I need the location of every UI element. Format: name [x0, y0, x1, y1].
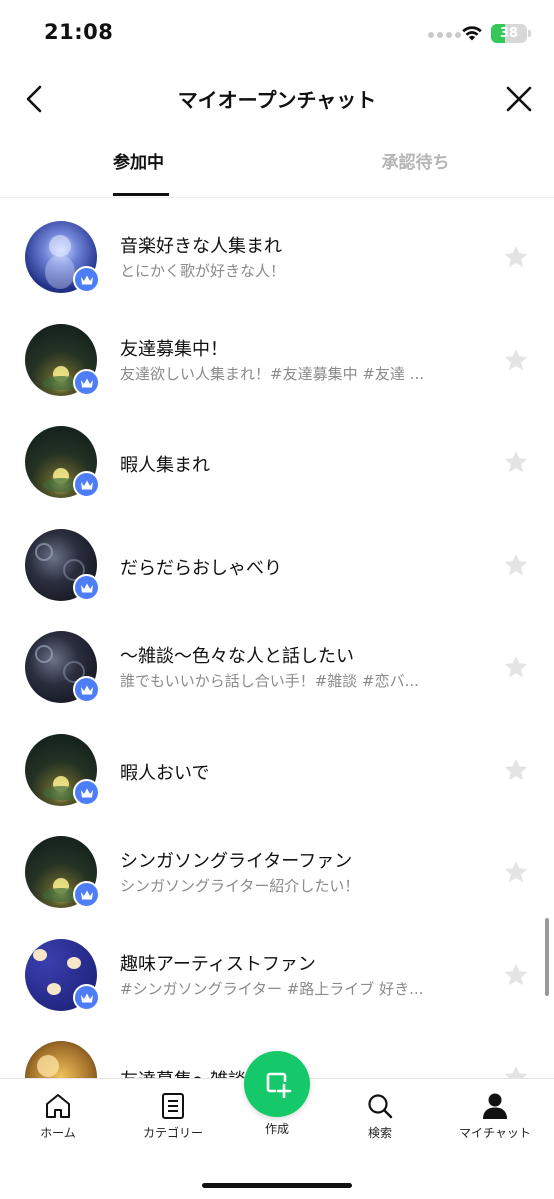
- chat-name: 音楽好きな人集まれ: [120, 236, 282, 257]
- nav-my-chat-label: マイチャット: [459, 1126, 531, 1140]
- chat-name: 〜雑談〜色々な人と話したい: [120, 646, 354, 667]
- nav-category-label: カテゴリー: [142, 1126, 203, 1140]
- crown-icon: [81, 480, 93, 490]
- category-list-icon: [162, 1093, 184, 1119]
- star-icon: [504, 861, 528, 883]
- chat-row[interactable]: 暇人集まれ: [0, 413, 554, 515]
- nav-search-label: 検索: [367, 1126, 392, 1140]
- page-title: マイオープンチャット: [177, 88, 377, 112]
- close-icon: [506, 86, 532, 112]
- crown-icon: [81, 788, 93, 798]
- active-tab-indicator: [113, 193, 169, 196]
- nav-home[interactable]: ホーム: [3, 1091, 113, 1147]
- star-icon: [504, 349, 528, 371]
- favorite-star-button[interactable]: [503, 962, 529, 988]
- admin-crown-badge: [73, 676, 100, 703]
- admin-crown-badge: [73, 266, 100, 293]
- status-time: 21:08: [44, 20, 114, 44]
- home-indicator: [202, 1183, 352, 1188]
- crown-icon: [81, 275, 93, 285]
- favorite-star-button[interactable]: [503, 244, 529, 270]
- crown-icon: [81, 583, 93, 593]
- close-button[interactable]: [502, 82, 536, 116]
- chat-row[interactable]: 音楽好きな人集まれ とにかく歌が好きな人！: [0, 208, 554, 310]
- nav-my-chat[interactable]: マイチャット: [440, 1091, 550, 1147]
- crown-icon: [81, 993, 93, 1003]
- tab-joined[interactable]: 参加中: [0, 140, 277, 198]
- chat-row[interactable]: シンガソングライターファン シンガソングライター紹介したい！: [0, 823, 554, 925]
- scrollbar[interactable]: [545, 918, 549, 996]
- create-chat-button[interactable]: [244, 1051, 310, 1117]
- star-icon: [504, 451, 528, 473]
- chat-description: #シンガソングライター #路上ライブ 好き...: [120, 980, 424, 998]
- create-chat-icon: [266, 1072, 292, 1098]
- tab-bar: 参加中 承認待ち: [0, 140, 554, 198]
- chat-name: 暇人おいで: [120, 763, 210, 784]
- chat-row[interactable]: だらだらおしゃべり: [0, 516, 554, 618]
- chat-avatar: [25, 1041, 97, 1078]
- chat-name: 友達募集中！: [120, 339, 228, 360]
- screen: 21:08 38 マイオープンチャット 参加中 承認待ち 音楽好きな人集まれ と…: [0, 0, 554, 1199]
- favorite-star-button[interactable]: [503, 449, 529, 475]
- admin-crown-badge: [73, 471, 100, 498]
- chat-row[interactable]: 友達募集中！ 友達欲しい人集まれ！#友達募集中 #友達 ...: [0, 311, 554, 413]
- favorite-star-button[interactable]: [503, 1064, 529, 1078]
- status-bar: 21:08 38: [0, 0, 554, 70]
- search-icon: [368, 1094, 393, 1119]
- chat-name: 暇人集まれ: [120, 455, 210, 476]
- star-icon: [504, 964, 528, 986]
- nav-search[interactable]: 検索: [325, 1091, 435, 1147]
- star-icon: [504, 656, 528, 678]
- chat-list: 音楽好きな人集まれ とにかく歌が好きな人！ 友達募集中！ 友達欲しい人集まれ！#友達募…: [0, 208, 554, 1078]
- chat-name: シンガソングライターファン: [120, 851, 353, 872]
- battery-cap: [528, 30, 531, 37]
- crown-icon: [81, 890, 93, 900]
- battery-percent: 38: [499, 26, 519, 41]
- favorite-star-button[interactable]: [503, 859, 529, 885]
- admin-crown-badge: [73, 881, 100, 908]
- admin-crown-badge: [73, 984, 100, 1011]
- person-icon: [483, 1093, 507, 1119]
- favorite-star-button[interactable]: [503, 552, 529, 578]
- chat-name: だらだらおしゃべり: [120, 558, 282, 579]
- star-icon: [504, 1066, 528, 1078]
- admin-crown-badge: [73, 574, 100, 601]
- crown-icon: [81, 378, 93, 388]
- tab-pending-approval[interactable]: 承認待ち: [277, 140, 554, 198]
- chat-row[interactable]: 暇人おいで: [0, 721, 554, 823]
- create-chat-label: 作成: [264, 1122, 289, 1136]
- chat-name: 趣味アーティストファン: [120, 954, 316, 975]
- nav-category[interactable]: カテゴリー: [118, 1091, 228, 1147]
- chat-description: 友達欲しい人集まれ！#友達募集中 #友達 ...: [120, 365, 424, 383]
- chat-row[interactable]: 〜雑談〜色々な人と話したい誰でもいいから話し合い手！#雑談 #恋バ...: [0, 618, 554, 720]
- star-icon: [504, 554, 528, 576]
- admin-crown-badge: [73, 779, 100, 806]
- star-icon: [504, 246, 528, 268]
- star-icon: [504, 759, 528, 781]
- battery-icon: 38: [491, 24, 527, 43]
- chat-row[interactable]: 趣味アーティストファン #シンガソングライター #路上ライブ 好き...: [0, 926, 554, 1028]
- nav-home-label: ホーム: [40, 1126, 76, 1140]
- chat-description: とにかく歌が好きな人！: [120, 262, 286, 280]
- crown-icon: [81, 685, 93, 695]
- chat-description: 誰でもいいから話し合い手！#雑談 #恋バ...: [120, 672, 419, 690]
- favorite-star-button[interactable]: [503, 347, 529, 373]
- chat-name: 友達募集〜雑談: [120, 1066, 246, 1078]
- admin-crown-badge: [73, 369, 100, 396]
- header: マイオープンチャット: [0, 70, 554, 128]
- chat-description: シンガソングライター紹介したい！: [120, 877, 360, 895]
- wifi-icon: [462, 26, 482, 41]
- cellular-signal-icon: [428, 32, 461, 38]
- favorite-star-button[interactable]: [503, 654, 529, 680]
- home-icon: [46, 1094, 70, 1118]
- favorite-star-button[interactable]: [503, 757, 529, 783]
